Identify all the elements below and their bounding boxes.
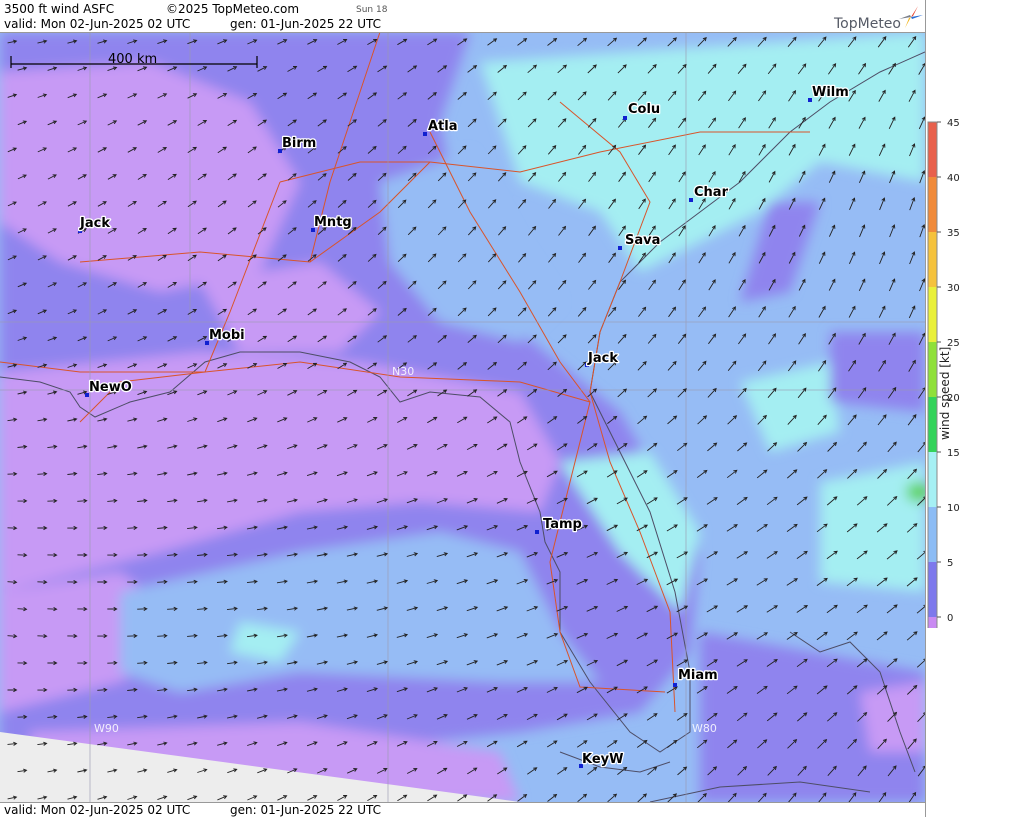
city-label-colu: Colu: [628, 102, 660, 117]
brand-name: TopMeteo: [834, 16, 901, 32]
run-tag: Sun 18: [356, 5, 388, 15]
legend-title: wind speed [kt]: [938, 346, 952, 440]
scale-bar-label: 400 km: [108, 52, 158, 67]
grid-label-w90: W90: [94, 722, 119, 735]
legend-bar-1: [928, 177, 937, 232]
footer-generated-time: gen: 01-Jun-2025 22 UTC: [230, 803, 382, 817]
city-label-jack-fl: Jack: [587, 351, 618, 366]
legend-color-bars: [927, 121, 938, 628]
legend-bar-0: [928, 122, 937, 177]
city-label-sava: Sava: [625, 233, 660, 248]
map-frame-top: [0, 32, 925, 33]
wind-map-canvas: N30 W90 W80 Wilm Colu Atla Birm Char Jac…: [0, 32, 925, 802]
footer-valid-time: valid: Mon 02-Jun-2025 02 UTC: [4, 803, 191, 817]
city-label-mobi: Mobi: [209, 328, 245, 343]
legend-bar-5: [928, 397, 937, 452]
product-title: 3500 ft wind ASFC: [4, 2, 115, 16]
legend-bar-9: [928, 617, 937, 628]
city-dot-sava: [618, 246, 622, 250]
city-dot-miam: [673, 683, 677, 687]
grid-label-n30: N30: [392, 365, 414, 378]
city-label-tamp: Tamp: [543, 517, 582, 532]
city-label-jack-ms: Jack: [79, 216, 110, 231]
generated-time: gen: 01-Jun-2025 22 UTC: [230, 17, 382, 31]
legend-tick-label-40: 40: [947, 173, 960, 184]
legend-bar-7: [928, 507, 937, 562]
field-light-offshore-east: [830, 332, 925, 412]
field-fresh-atlantic-east: [820, 462, 925, 592]
city-dot-char: [689, 198, 693, 202]
city-label-birm: Birm: [282, 136, 316, 151]
copyright-text: ©2025 TopMeteo.com: [166, 2, 300, 16]
legend-tick-label-5: 5: [947, 558, 953, 569]
city-label-atla: Atla: [428, 119, 458, 134]
star-ray-yellow: [905, 17, 911, 28]
legend-tick-label-45: 45: [947, 118, 960, 129]
city-dot-atla: [423, 132, 427, 136]
legend-tick-label-10: 10: [947, 503, 960, 514]
legend-tick-label-15: 15: [947, 448, 960, 459]
wind-map[interactable]: N30 W90 W80 Wilm Colu Atla Birm Char Jac…: [0, 32, 925, 802]
grid-label-w80: W80: [692, 722, 717, 735]
legend-bar-6: [928, 452, 937, 507]
legend-tick-label-30: 30: [947, 283, 960, 294]
city-label-miam: Miam: [678, 668, 718, 683]
footer-bar: valid: Mon 02-Jun-2025 02 UTC gen: 01-Ju…: [0, 802, 925, 818]
topmeteo-star-icon: [899, 6, 923, 28]
legend-bar-8: [928, 562, 937, 617]
valid-time: valid: Mon 02-Jun-2025 02 UTC: [4, 17, 191, 31]
star-ray-red: [911, 6, 918, 17]
city-dot-tamp: [535, 530, 539, 534]
legend-bar-3: [928, 287, 937, 342]
city-label-wilm: Wilm: [812, 85, 849, 100]
city-label-mntg: Mntg: [314, 215, 352, 230]
city-label-char: Char: [694, 185, 729, 200]
legend-bar-2: [928, 232, 937, 287]
legend-tick-label-0: 0: [947, 613, 953, 624]
legend-tick-label-35: 35: [947, 228, 960, 239]
legend-bar-4: [928, 342, 937, 397]
city-label-newo: NewO: [89, 380, 132, 395]
city-dot-colu: [623, 116, 627, 120]
city-label-keyw: KeyW: [582, 752, 623, 767]
